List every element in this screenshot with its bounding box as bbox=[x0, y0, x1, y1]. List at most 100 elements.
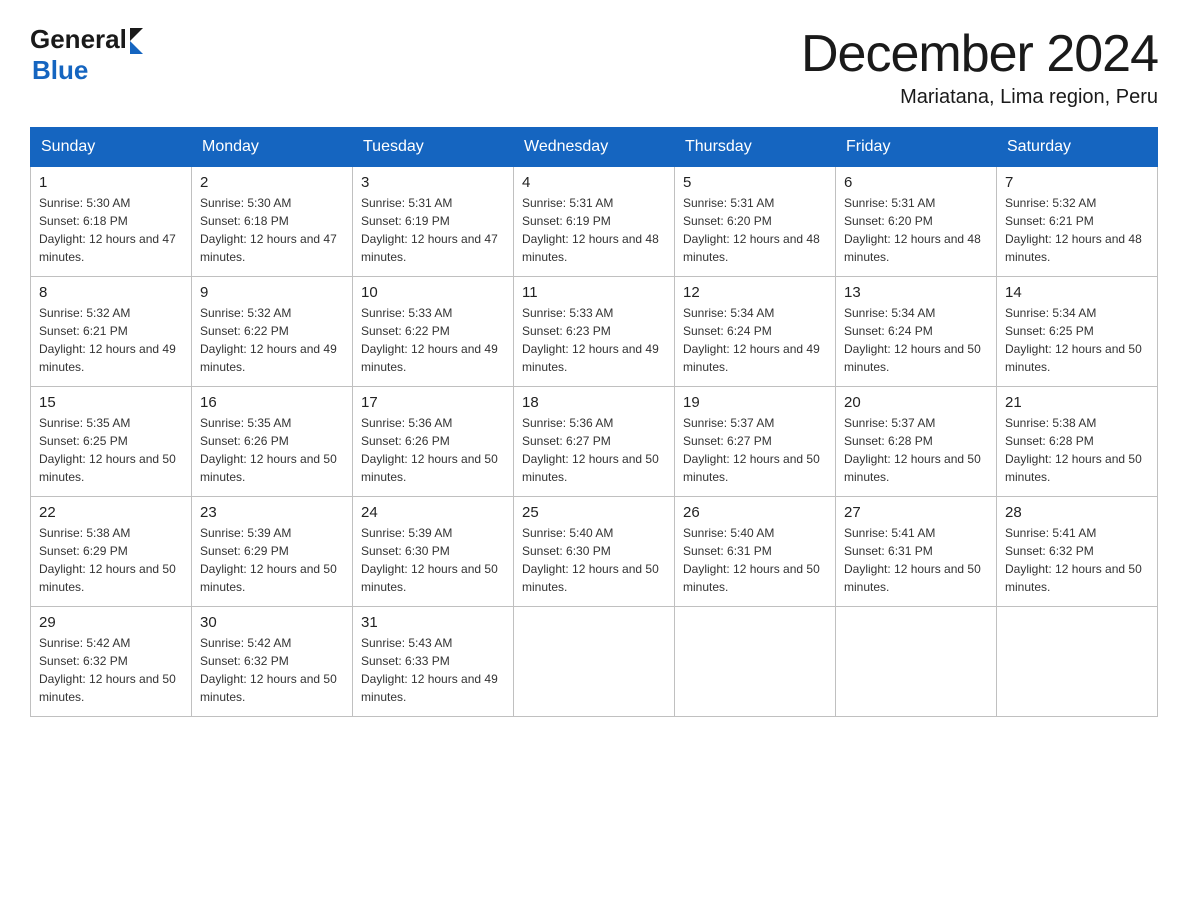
day-info: Sunrise: 5:31 AMSunset: 6:20 PMDaylight:… bbox=[844, 196, 981, 264]
day-info: Sunrise: 5:32 AMSunset: 6:21 PMDaylight:… bbox=[39, 306, 176, 374]
day-number: 17 bbox=[361, 394, 505, 411]
day-number: 7 bbox=[1005, 174, 1149, 191]
calendar-week-row: 8 Sunrise: 5:32 AMSunset: 6:21 PMDayligh… bbox=[31, 277, 1158, 387]
col-friday: Friday bbox=[836, 128, 997, 167]
day-info: Sunrise: 5:34 AMSunset: 6:25 PMDaylight:… bbox=[1005, 306, 1142, 374]
table-row: 9 Sunrise: 5:32 AMSunset: 6:22 PMDayligh… bbox=[192, 277, 353, 387]
day-info: Sunrise: 5:32 AMSunset: 6:22 PMDaylight:… bbox=[200, 306, 337, 374]
day-info: Sunrise: 5:36 AMSunset: 6:26 PMDaylight:… bbox=[361, 416, 498, 484]
table-row: 7 Sunrise: 5:32 AMSunset: 6:21 PMDayligh… bbox=[997, 167, 1158, 277]
day-info: Sunrise: 5:35 AMSunset: 6:25 PMDaylight:… bbox=[39, 416, 176, 484]
day-info: Sunrise: 5:41 AMSunset: 6:32 PMDaylight:… bbox=[1005, 526, 1142, 594]
table-row: 18 Sunrise: 5:36 AMSunset: 6:27 PMDaylig… bbox=[514, 387, 675, 497]
calendar-week-row: 15 Sunrise: 5:35 AMSunset: 6:25 PMDaylig… bbox=[31, 387, 1158, 497]
table-row: 20 Sunrise: 5:37 AMSunset: 6:28 PMDaylig… bbox=[836, 387, 997, 497]
day-number: 23 bbox=[200, 504, 344, 521]
col-tuesday: Tuesday bbox=[353, 128, 514, 167]
calendar-header-row: Sunday Monday Tuesday Wednesday Thursday… bbox=[31, 128, 1158, 167]
table-row: 5 Sunrise: 5:31 AMSunset: 6:20 PMDayligh… bbox=[675, 167, 836, 277]
day-number: 8 bbox=[39, 284, 183, 301]
day-info: Sunrise: 5:31 AMSunset: 6:19 PMDaylight:… bbox=[522, 196, 659, 264]
logo-arrow-blue bbox=[130, 41, 143, 54]
table-row: 29 Sunrise: 5:42 AMSunset: 6:32 PMDaylig… bbox=[31, 607, 192, 717]
table-row: 17 Sunrise: 5:36 AMSunset: 6:26 PMDaylig… bbox=[353, 387, 514, 497]
day-number: 6 bbox=[844, 174, 988, 191]
table-row: 2 Sunrise: 5:30 AMSunset: 6:18 PMDayligh… bbox=[192, 167, 353, 277]
day-info: Sunrise: 5:30 AMSunset: 6:18 PMDaylight:… bbox=[200, 196, 337, 264]
day-info: Sunrise: 5:31 AMSunset: 6:20 PMDaylight:… bbox=[683, 196, 820, 264]
day-number: 1 bbox=[39, 174, 183, 191]
page-header: General Blue December 2024 Mariatana, Li… bbox=[30, 24, 1158, 109]
table-row: 25 Sunrise: 5:40 AMSunset: 6:30 PMDaylig… bbox=[514, 497, 675, 607]
day-number: 25 bbox=[522, 504, 666, 521]
col-saturday: Saturday bbox=[997, 128, 1158, 167]
col-wednesday: Wednesday bbox=[514, 128, 675, 167]
title-block: December 2024 Mariatana, Lima region, Pe… bbox=[801, 24, 1158, 109]
day-number: 31 bbox=[361, 614, 505, 631]
day-number: 12 bbox=[683, 284, 827, 301]
day-info: Sunrise: 5:39 AMSunset: 6:29 PMDaylight:… bbox=[200, 526, 337, 594]
day-info: Sunrise: 5:37 AMSunset: 6:27 PMDaylight:… bbox=[683, 416, 820, 484]
table-row: 28 Sunrise: 5:41 AMSunset: 6:32 PMDaylig… bbox=[997, 497, 1158, 607]
table-row: 26 Sunrise: 5:40 AMSunset: 6:31 PMDaylig… bbox=[675, 497, 836, 607]
logo: General Blue bbox=[30, 24, 143, 86]
table-row bbox=[675, 607, 836, 717]
day-info: Sunrise: 5:39 AMSunset: 6:30 PMDaylight:… bbox=[361, 526, 498, 594]
day-info: Sunrise: 5:31 AMSunset: 6:19 PMDaylight:… bbox=[361, 196, 498, 264]
day-number: 14 bbox=[1005, 284, 1149, 301]
table-row: 31 Sunrise: 5:43 AMSunset: 6:33 PMDaylig… bbox=[353, 607, 514, 717]
logo-text-general: General bbox=[30, 24, 127, 55]
table-row: 27 Sunrise: 5:41 AMSunset: 6:31 PMDaylig… bbox=[836, 497, 997, 607]
day-number: 15 bbox=[39, 394, 183, 411]
table-row: 16 Sunrise: 5:35 AMSunset: 6:26 PMDaylig… bbox=[192, 387, 353, 497]
day-number: 18 bbox=[522, 394, 666, 411]
day-number: 10 bbox=[361, 284, 505, 301]
day-number: 30 bbox=[200, 614, 344, 631]
day-info: Sunrise: 5:43 AMSunset: 6:33 PMDaylight:… bbox=[361, 636, 498, 704]
day-number: 26 bbox=[683, 504, 827, 521]
col-monday: Monday bbox=[192, 128, 353, 167]
day-info: Sunrise: 5:41 AMSunset: 6:31 PMDaylight:… bbox=[844, 526, 981, 594]
table-row: 1 Sunrise: 5:30 AMSunset: 6:18 PMDayligh… bbox=[31, 167, 192, 277]
day-info: Sunrise: 5:37 AMSunset: 6:28 PMDaylight:… bbox=[844, 416, 981, 484]
day-number: 19 bbox=[683, 394, 827, 411]
table-row bbox=[836, 607, 997, 717]
table-row: 14 Sunrise: 5:34 AMSunset: 6:25 PMDaylig… bbox=[997, 277, 1158, 387]
day-number: 27 bbox=[844, 504, 988, 521]
day-number: 24 bbox=[361, 504, 505, 521]
calendar-table: Sunday Monday Tuesday Wednesday Thursday… bbox=[30, 127, 1158, 717]
day-number: 4 bbox=[522, 174, 666, 191]
day-number: 5 bbox=[683, 174, 827, 191]
day-info: Sunrise: 5:40 AMSunset: 6:31 PMDaylight:… bbox=[683, 526, 820, 594]
table-row: 12 Sunrise: 5:34 AMSunset: 6:24 PMDaylig… bbox=[675, 277, 836, 387]
table-row: 22 Sunrise: 5:38 AMSunset: 6:29 PMDaylig… bbox=[31, 497, 192, 607]
day-number: 16 bbox=[200, 394, 344, 411]
day-info: Sunrise: 5:34 AMSunset: 6:24 PMDaylight:… bbox=[844, 306, 981, 374]
day-info: Sunrise: 5:42 AMSunset: 6:32 PMDaylight:… bbox=[200, 636, 337, 704]
calendar-week-row: 29 Sunrise: 5:42 AMSunset: 6:32 PMDaylig… bbox=[31, 607, 1158, 717]
table-row: 4 Sunrise: 5:31 AMSunset: 6:19 PMDayligh… bbox=[514, 167, 675, 277]
table-row: 15 Sunrise: 5:35 AMSunset: 6:25 PMDaylig… bbox=[31, 387, 192, 497]
col-sunday: Sunday bbox=[31, 128, 192, 167]
day-number: 11 bbox=[522, 284, 666, 301]
table-row: 24 Sunrise: 5:39 AMSunset: 6:30 PMDaylig… bbox=[353, 497, 514, 607]
day-info: Sunrise: 5:40 AMSunset: 6:30 PMDaylight:… bbox=[522, 526, 659, 594]
location-subtitle: Mariatana, Lima region, Peru bbox=[801, 86, 1158, 109]
day-info: Sunrise: 5:35 AMSunset: 6:26 PMDaylight:… bbox=[200, 416, 337, 484]
table-row: 6 Sunrise: 5:31 AMSunset: 6:20 PMDayligh… bbox=[836, 167, 997, 277]
calendar-week-row: 1 Sunrise: 5:30 AMSunset: 6:18 PMDayligh… bbox=[31, 167, 1158, 277]
day-number: 13 bbox=[844, 284, 988, 301]
table-row: 10 Sunrise: 5:33 AMSunset: 6:22 PMDaylig… bbox=[353, 277, 514, 387]
day-number: 28 bbox=[1005, 504, 1149, 521]
table-row bbox=[514, 607, 675, 717]
table-row: 3 Sunrise: 5:31 AMSunset: 6:19 PMDayligh… bbox=[353, 167, 514, 277]
day-info: Sunrise: 5:36 AMSunset: 6:27 PMDaylight:… bbox=[522, 416, 659, 484]
day-number: 9 bbox=[200, 284, 344, 301]
day-number: 20 bbox=[844, 394, 988, 411]
day-number: 29 bbox=[39, 614, 183, 631]
month-title: December 2024 bbox=[801, 24, 1158, 84]
day-info: Sunrise: 5:33 AMSunset: 6:23 PMDaylight:… bbox=[522, 306, 659, 374]
day-number: 2 bbox=[200, 174, 344, 191]
table-row: 13 Sunrise: 5:34 AMSunset: 6:24 PMDaylig… bbox=[836, 277, 997, 387]
col-thursday: Thursday bbox=[675, 128, 836, 167]
